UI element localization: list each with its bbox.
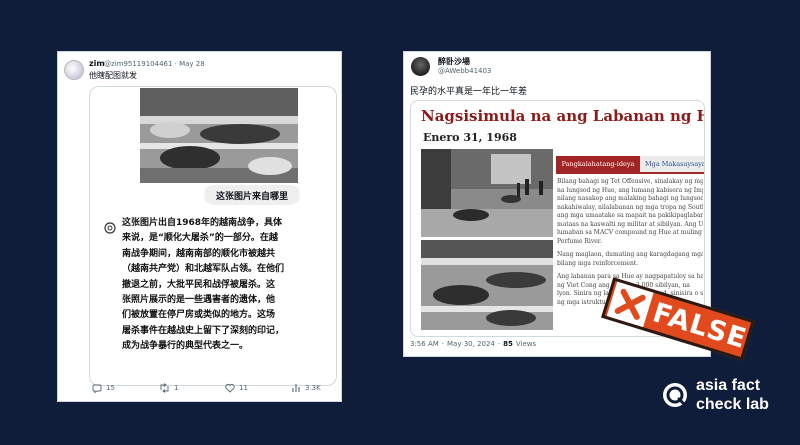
answer-line: 撤退之前，大批平民和战俘被屠杀。这 [122,279,276,290]
answer-line: 屠杀事件在越战史上留下了深刻的印记， [122,325,285,336]
heart-icon [225,383,235,393]
body-line: ang mga umaatake sa mapait na pakikipagl… [557,212,703,219]
like-button[interactable]: 11 [225,383,248,393]
magnifier-logo-icon [660,380,692,416]
reply-count: 15 [106,384,115,392]
handle-and-date[interactable]: @zim95119104461 · May 28 [104,60,205,68]
retweet-count: 1 [174,384,179,392]
answer-line: 南战争期间，越南南部的顺化市被越共 [122,248,276,259]
logo-line-1: asia fact [696,377,761,394]
handle[interactable]: @AWebb41403 [438,67,491,75]
chatgpt-answer: 这张图片出自1968年的越南战争，具体 来说，是“顺化大屠杀”的一部分。在越 南… [122,216,322,355]
tab-overview-label: Pangkalahatang-ideya [561,160,635,168]
tweet-text: 他瞎配图就发 [89,71,137,80]
body-line: Ang labanan para sa Hue ay nagpapatuloy … [557,273,703,280]
body-line: nilang nasakop ang malaking bahagi ng lu… [557,195,703,202]
body-line: lumaban sa MACV compound ng Hue at mulin… [557,229,703,236]
tab-underline [556,172,704,174]
body-line: mataas na kaswalti ng militar at sibilya… [557,220,703,228]
answer-line: 成为战争暴行的典型代表之一。 [122,341,249,352]
tab-historical-label: Mga Makasaysayang [645,160,705,168]
body-line: Nang maglaon, dumating ang karagdagang m… [557,251,703,258]
morgue-photo-graphic [140,88,298,183]
tab-overview[interactable]: Pangkalahatang-ideya [556,156,640,172]
chatgpt-logo-icon [104,219,116,234]
reply-icon [92,384,102,393]
question-bubble: 这张图片来自哪里 [204,185,300,205]
retweet-icon [160,383,169,393]
tweet-time[interactable]: 3:56 AM [410,340,439,348]
meta-separator: · [441,340,445,348]
street-fighting-photo [421,149,553,237]
body-line: nakahiwalay, nilalabanan ng mga tropa ng… [557,203,703,211]
reply-button[interactable]: 15 [92,383,115,393]
tab-historical[interactable]: Mga Makasaysayang [640,156,705,172]
tweet-date[interactable]: May 30, 2024 [447,340,495,348]
morgue-photo [140,88,298,183]
morgue-photo-graphic [421,240,553,330]
answer-line: 来说，是“顺化大屠杀”的一部分。在越 [122,233,278,244]
views-button[interactable]: 3.3K [291,383,321,393]
article-title: Nagsisimula na ang Labanan ng Hue [421,107,705,125]
body-line: bilang mga reinforcement. [557,259,639,267]
like-count: 11 [239,384,248,392]
left-tweet-card: zim @zim95119104461 · May 28 他瞎配图就发 这张图片… [57,51,342,402]
body-line: na lungsod ng Hue, ang lumang kabisera n… [557,186,703,194]
logo-line-2: check lab [696,396,769,413]
avatar[interactable] [64,60,84,80]
street-fighting-graphic [421,149,553,237]
tweet-text: 民孕的水平真是一年比一年差 [410,87,528,97]
meta-separator: · [497,340,501,348]
asia-fact-check-lab-logo: asia fact check lab [660,374,794,418]
answer-line: （越南共产党）和北越军队占领。在他们 [122,264,285,275]
x-mark-icon [606,281,654,328]
tweet-meta: 3:56 AM · May 30, 2024 · 85 Views [410,340,536,348]
views-count: 85 [503,340,513,348]
retweet-button[interactable]: 1 [159,383,178,393]
bar-chart-icon [292,384,300,392]
question-text: 这张图片来自哪里 [215,191,288,202]
display-name[interactable]: 醉卧沙場 [438,56,470,67]
answer-line: 们被放置在停尸房或类似的地方。这场 [122,310,276,321]
avatar[interactable] [411,57,430,76]
display-name[interactable]: zim [89,59,105,68]
views-label: Views [515,340,537,348]
views-count: 3.3K [305,384,321,392]
body-line: Bilang bahagi ng Tet Offensive, sinalaka… [557,178,703,185]
article-date: Enero 31, 1968 [423,131,517,144]
answer-line: 张照片展示的是一些遇害者的遗体，他 [122,295,276,306]
answer-line: 这张图片出自1968年的越南战争，具体 [122,218,283,228]
body-line: Perfume River. [557,237,602,245]
morgue-photo [421,240,553,330]
